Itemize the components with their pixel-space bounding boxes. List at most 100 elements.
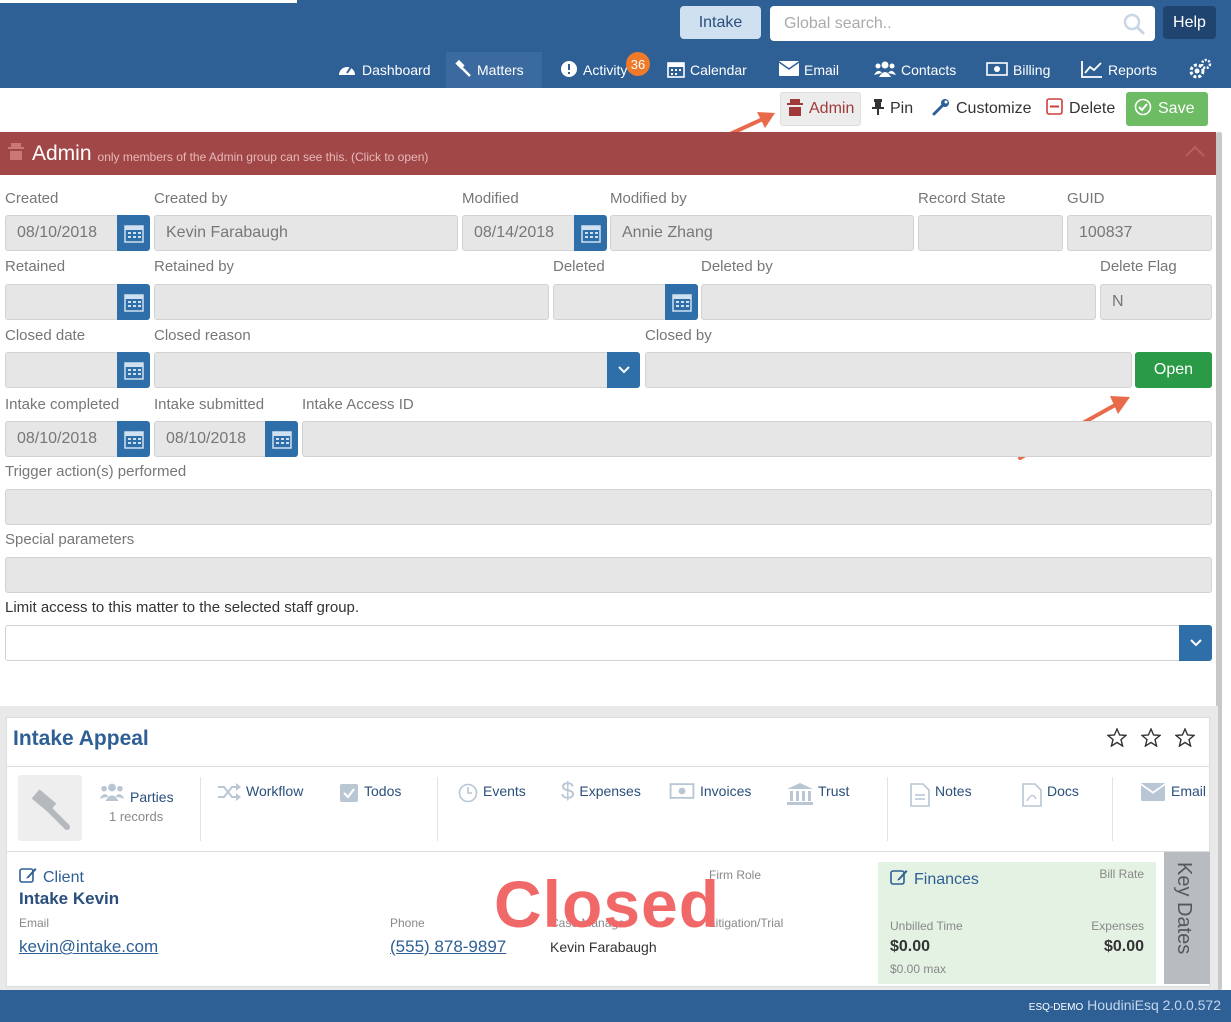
nav-reports[interactable]: Reports — [1081, 52, 1157, 88]
pin-button[interactable]: Pin — [866, 92, 919, 126]
retained-by-field[interactable] — [154, 284, 549, 320]
retained-date-field[interactable] — [5, 284, 118, 320]
calendar-picker-icon[interactable] — [117, 284, 150, 320]
tab-todos[interactable]: Todos — [339, 767, 401, 851]
nav-billing[interactable]: Billing — [986, 52, 1050, 88]
created-by-field[interactable]: Kevin Farabaugh — [154, 215, 458, 251]
edit-icon[interactable] — [890, 868, 908, 891]
client-email-link[interactable]: kevin@intake.com — [19, 937, 158, 957]
calendar-picker-icon[interactable] — [117, 352, 150, 388]
record-state-field[interactable] — [918, 215, 1063, 251]
star-icon[interactable] — [1106, 727, 1128, 752]
tab-trust[interactable]: Trust — [787, 767, 849, 851]
star-icon[interactable] — [1174, 727, 1196, 752]
customize-button[interactable]: Customize — [926, 92, 1038, 126]
guid-field[interactable]: 100837 — [1067, 215, 1212, 251]
matter-title[interactable]: Intake Appeal — [13, 727, 149, 751]
search-icon[interactable] — [1123, 13, 1145, 40]
nav-dashboard[interactable]: Dashboard — [337, 52, 431, 88]
nav-settings[interactable] — [1188, 52, 1212, 88]
key-dates-label: Key Dates — [1173, 862, 1195, 955]
star-icon[interactable] — [1140, 727, 1162, 752]
finances-heading[interactable]: Finances — [890, 868, 979, 891]
chevron-up-icon[interactable] — [1184, 144, 1206, 163]
check-circle-icon — [1134, 98, 1152, 121]
chevron-down-icon[interactable] — [607, 352, 640, 388]
nav-matters[interactable]: Matters — [446, 52, 542, 88]
money-icon — [986, 61, 1008, 79]
users-icon — [874, 61, 896, 80]
closed-date-field[interactable] — [5, 352, 118, 388]
modified-by-field[interactable]: Annie Zhang — [610, 215, 914, 251]
tab-notes[interactable]: Notes — [910, 767, 972, 851]
delete-button-label: Delete — [1069, 100, 1116, 117]
tab-parties[interactable]: Parties 1 records — [99, 767, 174, 851]
intake-access-id-field[interactable] — [302, 421, 1212, 457]
created-date-field[interactable]: 08/10/2018 — [5, 215, 118, 251]
calendar-picker-icon[interactable] — [117, 421, 150, 457]
chevron-down-icon[interactable] — [1179, 625, 1212, 661]
help-button[interactable]: Help — [1163, 6, 1216, 39]
special-parameters-field[interactable] — [5, 557, 1212, 593]
delete-button[interactable]: Delete — [1040, 92, 1121, 126]
global-search[interactable] — [770, 6, 1155, 41]
bank-icon — [787, 783, 813, 808]
staff-group-select[interactable] — [5, 625, 1183, 661]
tab-docs[interactable]: Docs — [1022, 767, 1079, 851]
retained-by-label: Retained by — [154, 258, 235, 275]
intake-completed-field[interactable]: 08/10/2018 — [5, 421, 118, 457]
nav-calendar[interactable]: Calendar — [667, 52, 747, 88]
retained-label: Retained — [5, 258, 66, 275]
nav-contacts[interactable]: Contacts — [874, 52, 956, 88]
client-heading[interactable]: Client — [19, 866, 84, 889]
closed-reason-select[interactable] — [154, 352, 610, 388]
key-dates-tab[interactable]: Key Dates — [1164, 852, 1210, 984]
envelope-icon — [778, 61, 800, 79]
tab-email-label: Email — [1171, 783, 1207, 799]
tab-events[interactable]: Events — [458, 767, 526, 851]
delete-flag-field[interactable]: N — [1100, 284, 1212, 320]
admin-button[interactable]: Admin — [780, 92, 862, 126]
calendar-picker-icon[interactable] — [574, 215, 607, 251]
admin-section-title: Admin — [32, 141, 92, 165]
closed-stamp: Closed — [494, 867, 721, 941]
checkbox-icon — [339, 783, 359, 806]
envelope-icon — [1140, 783, 1166, 804]
rating-stars[interactable] — [1106, 727, 1196, 752]
nav-activity[interactable]: Activity — [560, 52, 627, 88]
tab-parties-label: Parties — [130, 789, 174, 805]
finances-heading-label: Finances — [914, 870, 979, 888]
tab-notes-label: Notes — [935, 783, 972, 799]
admin-section-header[interactable]: Admin only members of the Admin group ca… — [0, 132, 1218, 175]
line-chart-icon — [1081, 60, 1103, 81]
closed-by-field[interactable] — [645, 352, 1132, 388]
save-button[interactable]: Save — [1126, 92, 1208, 126]
calendar-picker-icon[interactable] — [117, 215, 150, 251]
nav-email[interactable]: Email — [778, 52, 839, 88]
tab-expenses[interactable]: $ Expenses — [561, 767, 641, 851]
search-input[interactable] — [770, 6, 1110, 41]
tab-workflow-label: Workflow — [246, 783, 304, 799]
modified-date-field[interactable]: 08/14/2018 — [462, 215, 575, 251]
top-bar: Intake Help Dashboard Matters Activity C… — [0, 0, 1231, 88]
tab-invoices[interactable]: Invoices — [669, 767, 751, 851]
edit-icon[interactable] — [19, 866, 37, 889]
product-version: HoudiniEsq 2.0.0.572 — [1087, 997, 1221, 1013]
deleted-by-field[interactable] — [701, 284, 1096, 320]
deleted-date-field[interactable] — [553, 284, 666, 320]
client-phone-link[interactable]: (555) 878-9897 — [390, 937, 506, 957]
bill-rate-label: Bill Rate — [1099, 867, 1144, 881]
tab-workflow[interactable]: Workflow — [217, 767, 303, 851]
tab-events-label: Events — [483, 783, 526, 799]
open-button[interactable]: Open — [1135, 352, 1212, 388]
intake-button[interactable]: Intake — [680, 6, 761, 39]
calendar-picker-icon[interactable] — [665, 284, 698, 320]
customize-button-label: Customize — [956, 100, 1032, 117]
intake-submitted-field[interactable]: 08/10/2018 — [154, 421, 267, 457]
modified-label: Modified — [462, 190, 519, 207]
gavel-icon — [18, 775, 82, 841]
trigger-actions-field[interactable] — [5, 489, 1212, 525]
client-name[interactable]: Intake Kevin — [19, 889, 119, 909]
calendar-picker-icon[interactable] — [265, 421, 298, 457]
tab-email[interactable]: Email — [1140, 767, 1206, 851]
